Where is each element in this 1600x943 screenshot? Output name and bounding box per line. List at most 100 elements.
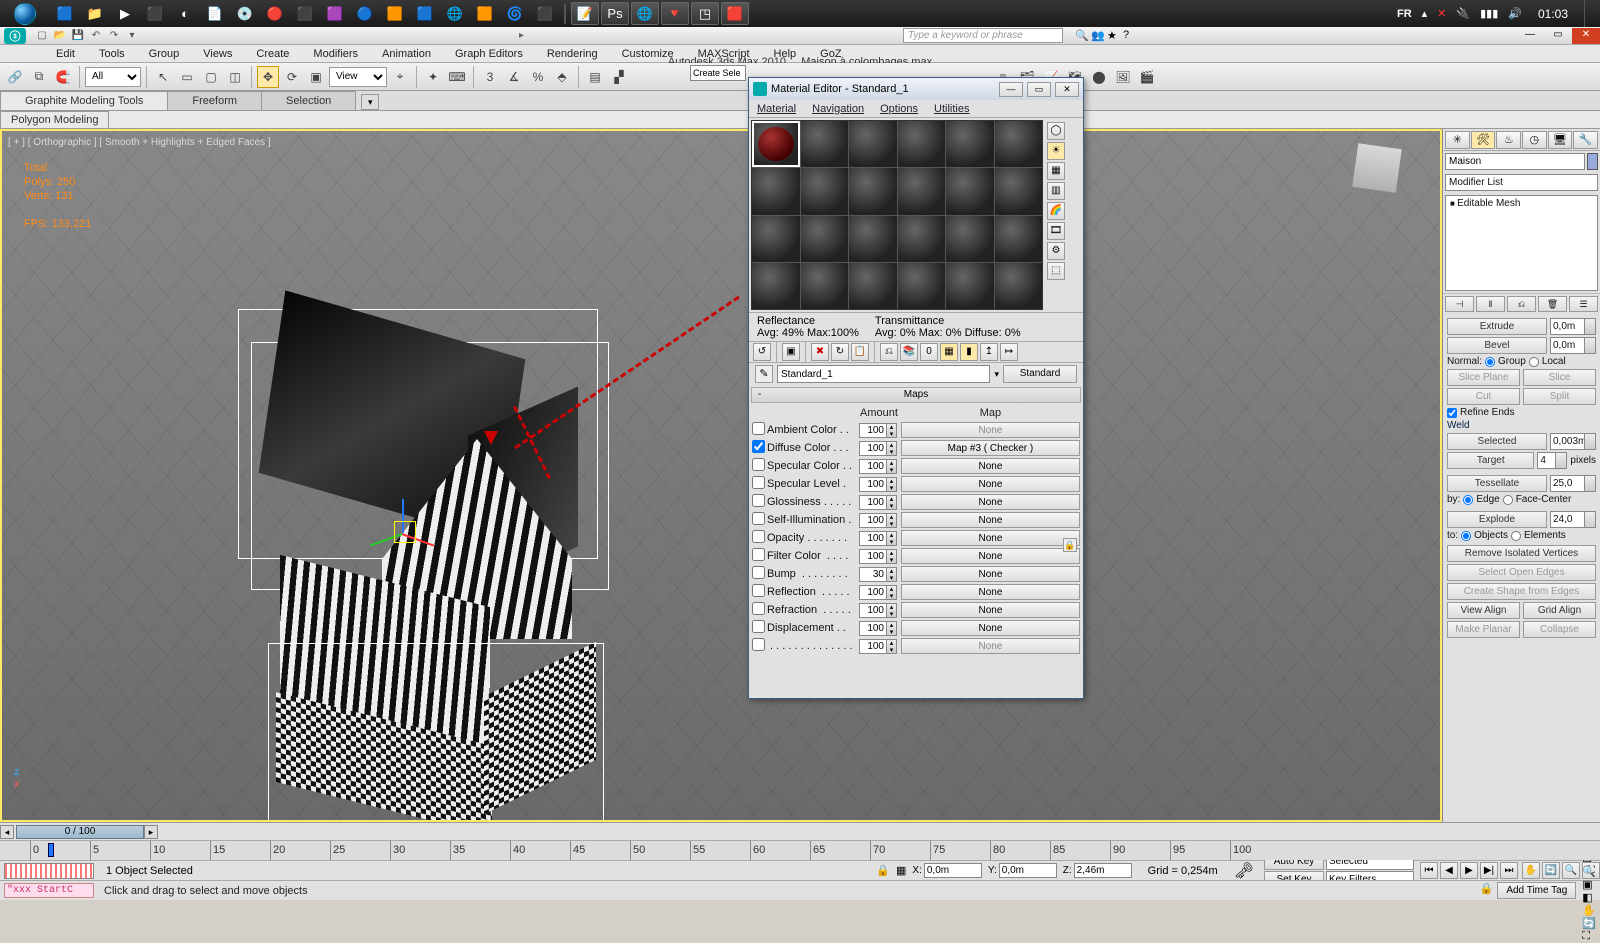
map-enable-check[interactable] <box>752 584 765 597</box>
link-icon[interactable]: 🔗 <box>4 66 26 88</box>
prev-frame-icon[interactable]: ◀ <box>1440 862 1458 879</box>
maps-lock-icon[interactable]: 🔒 <box>1063 538 1077 552</box>
show-map-icon[interactable]: ▦ <box>940 343 958 361</box>
create-selection-input[interactable]: Create Sele <box>690 65 746 81</box>
remove-iso-verts-button[interactable]: Remove Isolated Vertices <box>1447 545 1596 562</box>
maximize-button[interactable]: ▭ <box>1544 28 1572 44</box>
ribbon-tab[interactable]: Graphite Modeling Tools <box>0 91 168 110</box>
weld-target-button[interactable]: Target <box>1447 452 1534 469</box>
menu-animation[interactable]: Animation <box>370 46 443 62</box>
material-type-button[interactable]: Standard <box>1003 365 1077 383</box>
tab-utilities-icon[interactable]: 🔧 <box>1573 131 1598 149</box>
go-parent-icon[interactable]: ↥ <box>980 343 998 361</box>
material-slot[interactable] <box>898 121 946 167</box>
rotate-icon[interactable]: ⟳ <box>281 66 303 88</box>
keyframe-marker[interactable] <box>48 843 54 857</box>
material-slot[interactable] <box>898 168 946 214</box>
taskbar-app-button[interactable]: 🔻 <box>661 2 689 25</box>
infocenter-fav-icon[interactable]: ★ <box>1107 29 1121 43</box>
select-icon[interactable]: ↖ <box>152 66 174 88</box>
map-amount-input[interactable] <box>859 513 887 528</box>
material-slot[interactable] <box>752 216 800 262</box>
go-sibling-icon[interactable]: ↦ <box>1000 343 1018 361</box>
nav-pan2-icon[interactable]: ✋ <box>1582 904 1596 917</box>
ribbon-panel-polygon[interactable]: Polygon Modeling <box>0 111 109 128</box>
manip-icon[interactable]: ✦ <box>422 66 444 88</box>
scale-icon[interactable]: ▣ <box>305 66 327 88</box>
taskbar-quick-icon[interactable]: 💿 <box>231 2 259 25</box>
keymode-icon[interactable]: ⌨ <box>446 66 468 88</box>
select-by-mat-icon[interactable]: ⬚ <box>1047 262 1065 280</box>
mat-id-icon[interactable]: 0 <box>920 343 938 361</box>
explode-button[interactable]: Explode <box>1447 511 1547 528</box>
play-icon[interactable]: ▶ <box>1460 862 1478 879</box>
mirror-icon[interactable]: ▞ <box>608 66 630 88</box>
material-slot[interactable] <box>801 216 849 262</box>
minimize-button[interactable]: — <box>1516 28 1544 44</box>
view-align-button[interactable]: View Align <box>1447 602 1520 619</box>
material-slot[interactable] <box>849 263 897 309</box>
bevel-spinner[interactable]: 0,0m <box>1550 337 1596 354</box>
taskbar-app-button[interactable]: Ps <box>601 2 629 25</box>
material-slot[interactable] <box>946 263 994 309</box>
selection-filter-select[interactable]: All <box>85 67 141 87</box>
map-amount-input[interactable] <box>859 549 887 564</box>
taskbar-quick-icon[interactable]: ⬛ <box>291 2 319 25</box>
tray-up-icon[interactable]: ▴ <box>1422 7 1428 20</box>
put-to-scene-icon[interactable]: ▣ <box>782 343 800 361</box>
tab-modify-icon[interactable]: 🛠 <box>1471 131 1496 149</box>
close-button[interactable]: ✕ <box>1572 28 1600 44</box>
ref-coord-select[interactable]: View <box>329 67 387 87</box>
material-slot[interactable] <box>752 263 800 309</box>
menu-rendering[interactable]: Rendering <box>535 46 610 62</box>
nav-orbit2-icon[interactable]: 🔄 <box>1582 917 1596 930</box>
app-icon[interactable]: ⓢ <box>4 28 26 44</box>
me-menu-material[interactable]: Material <box>749 101 804 117</box>
map-enable-check[interactable] <box>752 494 765 507</box>
menu-maxscript[interactable]: MAXScript <box>686 46 762 62</box>
infocenter-search-icon[interactable]: 🔍 <box>1075 29 1089 43</box>
tray-shield-icon[interactable]: ✕ <box>1437 7 1446 20</box>
qat-more-icon[interactable]: ▾ <box>124 29 140 43</box>
taskbar-quick-icon[interactable]: 🟦 <box>51 2 79 25</box>
taskbar-quick-icon[interactable]: 🟧 <box>471 2 499 25</box>
map-amount-input[interactable] <box>859 567 887 582</box>
tray-network-icon[interactable]: ▮▮▮ <box>1480 7 1498 20</box>
map-enable-check[interactable] <box>752 566 765 579</box>
qat-save-icon[interactable]: 💾 <box>70 29 86 43</box>
sample-type-icon[interactable]: ◯ <box>1047 122 1065 140</box>
show-end-icon[interactable]: ‖ <box>1476 296 1505 312</box>
menu-create[interactable]: Create <box>244 46 301 62</box>
taskbar-quick-icon[interactable]: 🌀 <box>501 2 529 25</box>
material-slot[interactable] <box>752 121 800 167</box>
show-end-result-icon[interactable]: ▮ <box>960 343 978 361</box>
render-icon[interactable]: 🎬 <box>1136 66 1158 88</box>
make-unique-icon2[interactable]: ⎌ <box>880 343 898 361</box>
coord-z-input[interactable] <box>1074 863 1132 878</box>
ribbon-minimize-icon[interactable]: ▾ <box>361 94 379 110</box>
menu-customize[interactable]: Customize <box>610 46 686 62</box>
stack-item-editable-mesh[interactable]: Editable Mesh <box>1446 196 1597 211</box>
material-name-input[interactable] <box>777 365 990 383</box>
abs-transform-icon[interactable]: ▦ <box>896 864 906 877</box>
goto-end-icon[interactable]: ⏭ <box>1500 862 1518 879</box>
material-slot[interactable] <box>995 263 1043 309</box>
taskbar-quick-icon[interactable]: 🟦 <box>411 2 439 25</box>
material-slot[interactable] <box>801 263 849 309</box>
material-slot[interactable] <box>898 263 946 309</box>
track-bar[interactable]: 0510152025303540455055606570758085909510… <box>0 840 1600 860</box>
material-slot[interactable] <box>995 168 1043 214</box>
map-slot-button[interactable]: None <box>901 584 1080 600</box>
taskbar-app-button[interactable]: 📝 <box>571 2 599 25</box>
make-planar-button[interactable]: Make Planar <box>1447 621 1520 638</box>
show-desktop-button[interactable] <box>1584 0 1594 27</box>
map-slot-button[interactable]: None <box>901 512 1080 528</box>
infocenter-comm-icon[interactable]: 👥 <box>1091 29 1105 43</box>
spinner-snap-icon[interactable]: ⬘ <box>551 66 573 88</box>
menu-modifiers[interactable]: Modifiers <box>301 46 370 62</box>
map-amount-input[interactable] <box>859 585 887 600</box>
unlink-icon[interactable]: ⧉ <box>28 66 50 88</box>
me-maximize-button[interactable]: ▭ <box>1027 82 1051 97</box>
select-open-edges-button[interactable]: Select Open Edges <box>1447 564 1596 581</box>
time-prev-button[interactable]: ◂ <box>0 825 14 839</box>
